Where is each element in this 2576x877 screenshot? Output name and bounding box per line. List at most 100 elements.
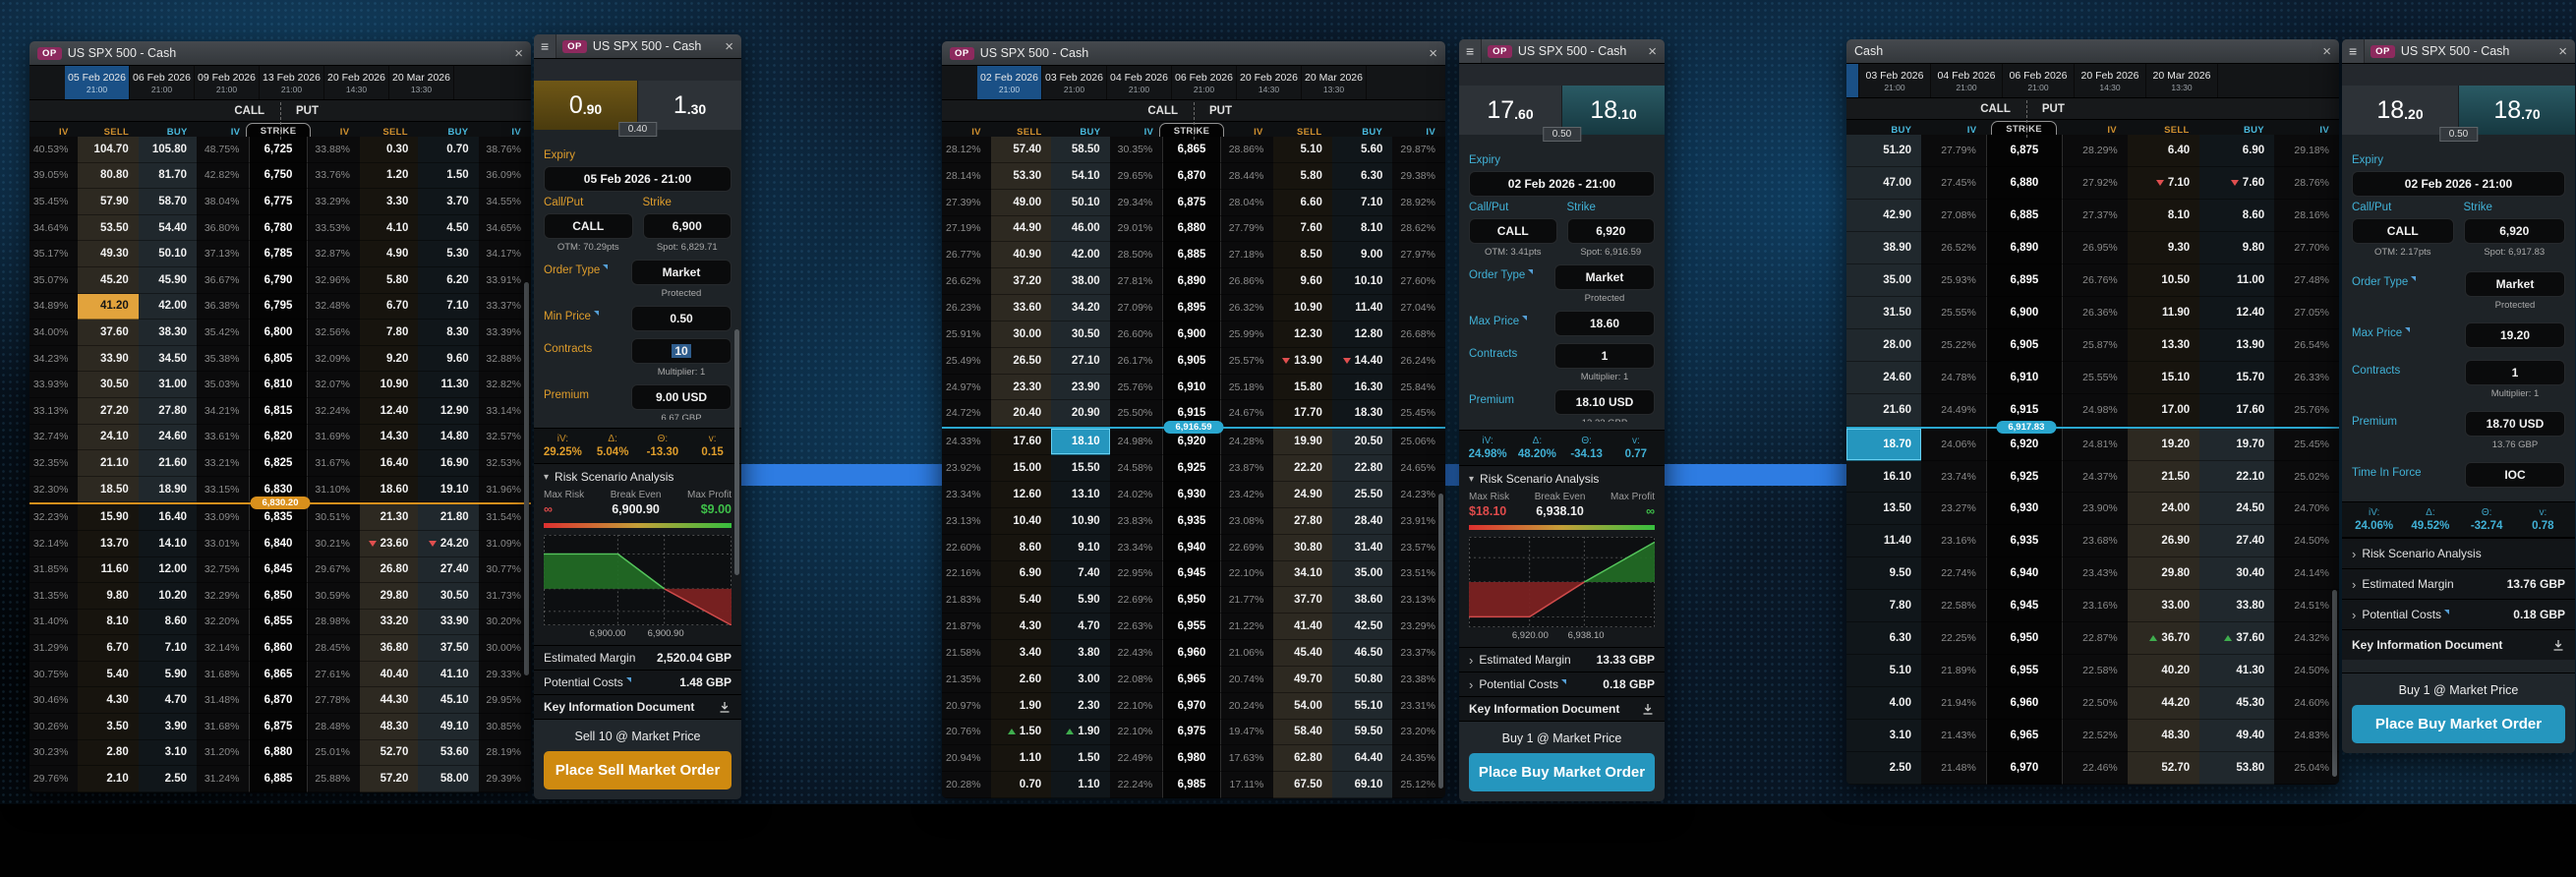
key-information-document-row[interactable]: Key Information Document	[534, 694, 741, 719]
price-cell[interactable]: 9.50	[1846, 557, 1921, 591]
expiry-tab[interactable]: 20 Feb 2026 14:30	[2075, 64, 2146, 97]
price-cell[interactable]: 55.10	[1331, 692, 1393, 720]
price-cell[interactable]: 13.90	[2199, 328, 2275, 362]
price-cell[interactable]: 8.30	[418, 320, 479, 346]
price-cell[interactable]: 7.10	[1331, 189, 1393, 216]
price-cell[interactable]: 5.40	[78, 661, 139, 688]
key-information-document-row[interactable]: Key Information Document	[1459, 696, 1665, 721]
price-cell[interactable]: 9.00	[1331, 242, 1393, 269]
callput-field[interactable]: CALL	[544, 213, 633, 239]
price-cell[interactable]: 12.40	[360, 397, 419, 425]
price-cell[interactable]: 10.40	[990, 507, 1052, 535]
price-cell[interactable]: 9.20	[360, 345, 419, 373]
price-cell[interactable]: 62.80	[1273, 745, 1332, 773]
expiry-tab[interactable]: 04 Feb 2026 21:00	[1107, 66, 1172, 99]
price-cell[interactable]: 67.50	[1273, 772, 1332, 798]
price-cell[interactable]: 34.10	[1273, 560, 1332, 588]
price-cell[interactable]: 45.20	[78, 266, 139, 294]
price-cell[interactable]: 19.10	[418, 476, 479, 503]
price-cell[interactable]: 69.10	[1331, 772, 1393, 798]
price-cell[interactable]: 49.40	[2199, 720, 2275, 753]
price-cell[interactable]: 30.80	[1273, 534, 1332, 561]
price-cell[interactable]: 19.70	[2199, 428, 2275, 461]
price-cell[interactable]: 104.70	[78, 137, 139, 163]
price-cell[interactable]: 54.00	[1273, 692, 1332, 720]
expiry-tab[interactable]: 05 Feb 2026 21:00	[65, 66, 130, 99]
price-cell[interactable]: 6.90	[990, 560, 1052, 588]
price-cell[interactable]: 18.60	[360, 476, 419, 503]
price-cell[interactable]: 27.20	[78, 397, 139, 425]
price-cell[interactable]: 4.90	[360, 241, 419, 267]
price-cell[interactable]: 5.10	[1273, 137, 1332, 163]
window-titlebar[interactable]: ≡ OP US SPX 500 - Cash ×	[534, 34, 741, 59]
price-cell[interactable]: 0.30	[360, 137, 419, 163]
price-cell[interactable]: 2.60	[990, 666, 1052, 693]
price-cell[interactable]: 33.60	[990, 295, 1052, 322]
price-cell[interactable]: 41.30	[2199, 655, 2275, 688]
price-cell[interactable]: 53.80	[2199, 752, 2275, 785]
price-cell[interactable]: 3.30	[360, 189, 419, 215]
place-buy-market-order-button[interactable]: Place Buy Market Order	[2352, 705, 2565, 743]
price-cell[interactable]: 12.00	[138, 556, 198, 584]
price-cell[interactable]: 11.40	[1331, 295, 1393, 322]
price-cell[interactable]: 42.50	[1331, 614, 1393, 641]
price-cell[interactable]: 8.50	[1273, 242, 1332, 269]
price-cell[interactable]: 24.90	[1273, 481, 1332, 508]
price-cell[interactable]: 8.60	[2199, 199, 2275, 232]
price-cell[interactable]: 33.80	[2199, 590, 2275, 623]
price-cell[interactable]: 3.10	[138, 739, 198, 767]
price-cell[interactable]: 15.50	[1051, 455, 1110, 482]
window-titlebar[interactable]: Cash ×	[1846, 39, 2339, 64]
price-cell[interactable]: 44.20	[2127, 687, 2200, 721]
price-cell[interactable]: 45.30	[2199, 687, 2275, 721]
price-cell[interactable]: 30.40	[2199, 557, 2275, 591]
price-cell[interactable]: 23.30	[990, 374, 1052, 401]
price-cell[interactable]: 17.00	[2127, 393, 2200, 427]
price-cell[interactable]: 52.70	[2127, 752, 2200, 785]
contracts-field[interactable]: 1	[1554, 343, 1655, 369]
price-cell[interactable]: 4.70	[1051, 614, 1110, 641]
price-cell[interactable]: 9.60	[418, 345, 479, 373]
key-information-document-row[interactable]: Key Information Document	[2342, 629, 2575, 660]
price-cell[interactable]: 33.90	[418, 609, 479, 636]
price-cell[interactable]: 6.30	[1846, 622, 1921, 656]
price-cell[interactable]: 54.10	[1051, 162, 1110, 190]
window-titlebar[interactable]: OP US SPX 500 - Cash ×	[29, 41, 531, 66]
price-cell[interactable]: 38.00	[1051, 268, 1110, 296]
price-cell[interactable]: 4.00	[1846, 687, 1921, 721]
premium-field[interactable]: 9.00 USD	[631, 384, 732, 410]
price-cell[interactable]: 6.70	[360, 293, 419, 321]
price-cell[interactable]: 10.10	[1331, 268, 1393, 296]
expiry-tab[interactable]: 02 Feb 2026 21:00	[977, 66, 1042, 99]
price-cell[interactable]: 50.10	[1051, 189, 1110, 216]
price-cell[interactable]: 1.50	[990, 719, 1052, 746]
price-cell[interactable]: 19.20	[2127, 428, 2200, 461]
price-cell[interactable]: 57.40	[990, 137, 1052, 163]
price-cell[interactable]: 20.50	[1331, 429, 1393, 456]
order-type-field[interactable]: Market	[1554, 264, 1655, 290]
price-cell[interactable]: 0.70	[990, 772, 1052, 798]
price-cell[interactable]: 5.60	[1331, 137, 1393, 163]
price-cell[interactable]: 45.40	[1273, 640, 1332, 667]
close-icon[interactable]: ×	[1648, 44, 1657, 59]
price-cell[interactable]: 59.50	[1331, 719, 1393, 746]
price-cell[interactable]: 49.30	[78, 241, 139, 267]
price-cell[interactable]: 33.90	[78, 345, 139, 373]
price-cell[interactable]: 49.70	[1273, 666, 1332, 693]
price-cell[interactable]: 6.40	[2127, 135, 2200, 167]
price-cell[interactable]: 10.90	[1273, 295, 1332, 322]
price-cell[interactable]: 7.80	[1846, 590, 1921, 623]
price-cell[interactable]: 30.50	[1051, 321, 1110, 348]
estimated-margin-row[interactable]: › Estimated Margin 13.33 GBP	[1459, 647, 1665, 672]
price-cell[interactable]: 16.40	[360, 450, 419, 477]
premium-field[interactable]: 18.10 USD	[1554, 389, 1655, 415]
expiry-tab[interactable]: 06 Feb 2026 21:00	[1172, 66, 1237, 99]
price-cell[interactable]: 33.00	[2127, 590, 2200, 623]
price-cell[interactable]: 21.60	[1846, 393, 1921, 427]
price-cell[interactable]: 17.60	[990, 429, 1052, 456]
price-cell[interactable]: 9.30	[2127, 231, 2200, 264]
price-cell[interactable]: 3.80	[1051, 640, 1110, 667]
price-cell[interactable]: 12.90	[418, 397, 479, 425]
price-cell[interactable]: 1.20	[360, 162, 419, 190]
contracts-field[interactable]: 10	[631, 338, 732, 364]
